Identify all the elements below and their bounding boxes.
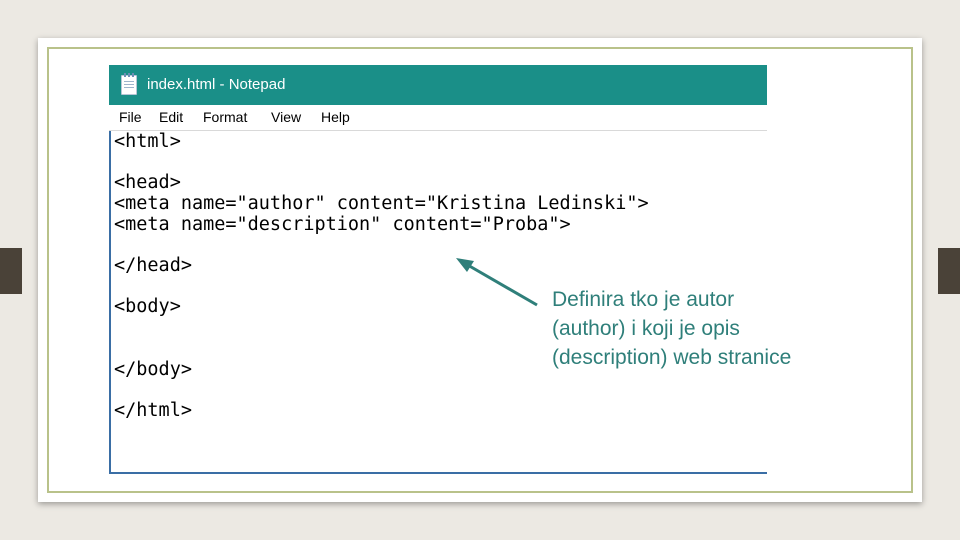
annotation-line: (author) i koji je opis xyxy=(552,317,740,340)
annotation-line: Definira tko je autor xyxy=(552,288,735,311)
annotation-line: (description) web stranice xyxy=(552,346,792,369)
annotation-text: Definira tko je autor (author) i koji je… xyxy=(552,283,882,372)
annotation-arrow-icon xyxy=(456,258,538,307)
